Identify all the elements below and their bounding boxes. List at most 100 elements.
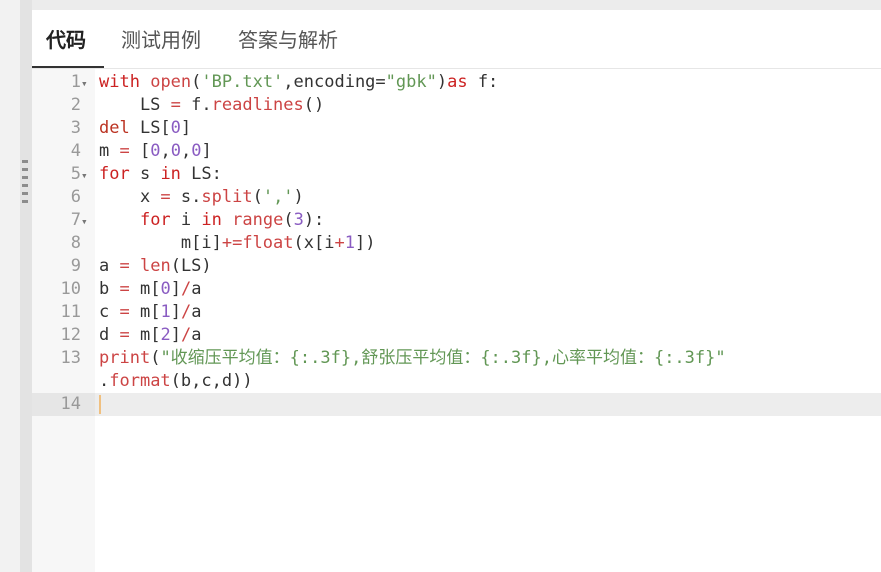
code-token: (x[i — [293, 233, 335, 253]
code-token: 0 — [191, 141, 202, 161]
line-number-gutter: 1▾ 2 3 4 5▾ 6 7▾ 8 9 10 11 12 13 14 — [32, 69, 95, 572]
line-number: 6 — [32, 186, 95, 209]
code-token: = — [119, 141, 130, 161]
code-token: as — [447, 72, 468, 92]
code-line[interactable]: a = len(LS) — [99, 255, 212, 278]
code-token: 0 — [170, 141, 181, 161]
code-line[interactable]: print("收缩压平均值：{:.3f},舒张压平均值：{:.3f},心率平均值… — [99, 347, 726, 370]
line-number-text: 2 — [70, 95, 81, 115]
code-token: float — [242, 233, 294, 253]
line-number: 7▾ — [32, 209, 95, 232]
code-token: ]) — [354, 233, 376, 253]
line-number: 12 — [32, 324, 95, 347]
code-token: ) — [436, 72, 448, 92]
code-token: 0 — [160, 279, 171, 299]
code-token: 1 — [344, 233, 355, 253]
line-number-text: 10 — [60, 279, 81, 299]
code-token: m[ — [129, 302, 161, 322]
code-token: m[ — [129, 279, 161, 299]
code-line[interactable]: .format(b,c,d)) — [99, 370, 253, 393]
code-token: , — [160, 141, 171, 161]
line-number-text: 3 — [70, 118, 81, 138]
code-token: f: — [467, 72, 499, 92]
code-token: x — [99, 187, 161, 207]
code-token: = — [170, 95, 181, 115]
tab-code[interactable]: 代码 — [46, 24, 86, 53]
code-token: "gbk" — [385, 72, 437, 92]
code-token: = — [160, 187, 171, 207]
code-token: ] — [170, 325, 181, 345]
code-line[interactable]: c = m[1]/a — [99, 301, 201, 324]
code-line[interactable]: b = m[0]/a — [99, 278, 201, 301]
code-token: b — [99, 279, 120, 299]
code-token: ',' — [262, 187, 294, 207]
code-token: 0 — [170, 118, 181, 138]
code-token: ( — [252, 187, 263, 207]
tab-test-cases[interactable]: 测试用例 — [121, 24, 201, 53]
line-number: 8 — [32, 232, 95, 255]
active-line-highlight — [95, 393, 881, 416]
code-token: LS — [99, 95, 171, 115]
code-line[interactable]: LS = f.readlines() — [99, 94, 324, 117]
tab-bar: 代码 测试用例 答案与解析 — [32, 10, 881, 69]
code-token: m[i] — [99, 233, 222, 253]
code-token: s. — [170, 187, 202, 207]
line-number-text: 14 — [60, 394, 81, 414]
code-token: += — [221, 233, 243, 253]
code-token: for — [99, 164, 130, 184]
code-line[interactable]: m = [0,0,0] — [99, 140, 212, 163]
code-token: range — [232, 210, 284, 230]
code-token: split — [201, 187, 253, 207]
code-line[interactable]: for s in LS: — [99, 163, 222, 186]
line-number: 9 — [32, 255, 95, 278]
code-token: a — [191, 325, 202, 345]
resize-handle-icon[interactable] — [22, 160, 30, 206]
code-line[interactable]: d = m[2]/a — [99, 324, 201, 347]
code-token: open — [150, 72, 192, 92]
code-token: ): — [303, 210, 325, 230]
code-token: / — [180, 279, 192, 299]
code-token: for — [139, 210, 171, 230]
code-token: . — [99, 371, 110, 391]
code-token: format — [109, 371, 171, 391]
fold-toggle-icon[interactable]: ▾ — [81, 72, 95, 95]
code-line[interactable]: x = s.split(',') — [99, 186, 304, 209]
fold-toggle-icon[interactable]: ▾ — [81, 164, 95, 187]
line-number: 1▾ — [32, 71, 95, 94]
code-token: , — [180, 141, 192, 161]
code-token: a — [191, 302, 202, 322]
code-token: "收缩压平均值：{:.3f},舒张压平均值：{:.3f},心率平均值：{:.3f… — [160, 348, 726, 368]
code-token: in — [201, 210, 222, 230]
code-line[interactable]: with open('BP.txt',encoding="gbk")as f: — [99, 71, 498, 94]
code-token: ( — [191, 72, 202, 92]
code-token: ) — [293, 187, 304, 207]
code-token: 'BP.txt' — [201, 72, 284, 92]
code-token: m[ — [129, 325, 161, 345]
line-number: 10 — [32, 278, 95, 301]
code-token: i — [170, 210, 202, 230]
code-token: in — [160, 164, 181, 184]
line-number-text: 11 — [60, 302, 81, 322]
code-token: = — [119, 325, 130, 345]
code-token: = — [119, 279, 130, 299]
fold-toggle-icon[interactable]: ▾ — [81, 210, 95, 233]
code-token: / — [180, 325, 192, 345]
code-editor[interactable]: 1▾ 2 3 4 5▾ 6 7▾ 8 9 10 11 12 13 14 with open('BP.txt… — [32, 69, 881, 572]
line-number: 2 — [32, 94, 95, 117]
line-number-text: 6 — [70, 187, 81, 207]
code-token: ] — [201, 141, 212, 161]
code-token: = — [119, 256, 130, 276]
line-number-text: 12 — [60, 325, 81, 345]
code-line[interactable]: for i in range(3): — [99, 209, 324, 232]
line-number-text: 7 — [70, 210, 81, 230]
tab-answer-analysis[interactable]: 答案与解析 — [238, 24, 338, 53]
code-token: ,encoding= — [283, 72, 386, 92]
code-line[interactable]: m[i]+=float(x[i+1]) — [99, 232, 376, 255]
code-token: 3 — [293, 210, 304, 230]
code-token: len — [139, 256, 171, 276]
code-token: 1 — [160, 302, 171, 322]
code-line[interactable]: del LS[0] — [99, 117, 191, 140]
